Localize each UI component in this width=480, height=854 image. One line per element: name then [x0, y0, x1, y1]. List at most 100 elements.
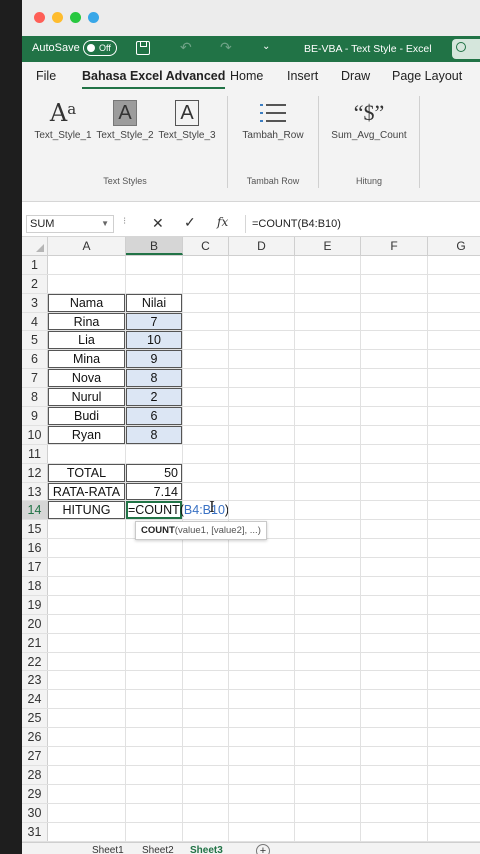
cell-b2[interactable]: [126, 274, 183, 293]
cell-f11[interactable]: [361, 444, 428, 463]
cell-g10[interactable]: [428, 426, 480, 444]
cell-g8[interactable]: [428, 388, 480, 406]
cell-d29[interactable]: [229, 784, 295, 803]
cell-b21[interactable]: [126, 633, 183, 652]
cell-g25[interactable]: [428, 709, 480, 727]
cell-a27[interactable]: [48, 747, 126, 765]
cell-d12[interactable]: [229, 463, 295, 482]
cell-b22[interactable]: [126, 652, 183, 671]
cell-d28[interactable]: [229, 765, 295, 784]
row-header[interactable]: 26: [22, 728, 48, 747]
cell-d5[interactable]: [229, 331, 295, 350]
row-header[interactable]: 14: [22, 501, 48, 520]
cell-d26[interactable]: [229, 728, 295, 747]
column-header-b[interactable]: B: [126, 237, 183, 255]
cell-c26[interactable]: [183, 728, 229, 747]
cell-d16[interactable]: [229, 539, 295, 558]
cell-a29[interactable]: [48, 784, 126, 803]
sheet-tab-3[interactable]: Sheet3: [190, 845, 223, 854]
cell-b11[interactable]: [126, 444, 183, 463]
cell-f23[interactable]: [361, 671, 428, 690]
cell-b29[interactable]: [126, 784, 183, 803]
cell-e16[interactable]: [295, 539, 361, 558]
cell-b27[interactable]: [126, 747, 183, 765]
cell-g19[interactable]: [428, 596, 480, 614]
cell-a3[interactable]: Nama: [48, 293, 126, 312]
cell-c2[interactable]: [183, 274, 229, 293]
cell-e23[interactable]: [295, 671, 361, 690]
cell-g14[interactable]: [428, 501, 480, 519]
cell-a19[interactable]: [48, 595, 126, 614]
cell-b17[interactable]: [126, 558, 183, 577]
minimize-window-button[interactable]: [52, 12, 63, 23]
cell-d8[interactable]: [229, 388, 295, 407]
row-header[interactable]: 31: [22, 822, 48, 841]
cell-f31[interactable]: [361, 822, 428, 841]
cell-e10[interactable]: [295, 425, 361, 444]
cell-g18[interactable]: [428, 577, 480, 595]
cell-g1[interactable]: [428, 256, 480, 274]
undo-icon[interactable]: ↶: [180, 39, 192, 56]
cell-g11[interactable]: [428, 445, 480, 463]
cell-e21[interactable]: [295, 633, 361, 652]
cell-a13[interactable]: RATA-RATA: [48, 482, 126, 501]
cell-e15[interactable]: [295, 520, 361, 539]
cell-c13[interactable]: [183, 482, 229, 501]
cell-e4[interactable]: [295, 312, 361, 331]
cell-c30[interactable]: [183, 803, 229, 822]
cell-e7[interactable]: [295, 369, 361, 388]
row-header[interactable]: 9: [22, 407, 48, 425]
cell-f17[interactable]: [361, 558, 428, 577]
row-header[interactable]: 2: [22, 274, 48, 293]
cell-a7[interactable]: Nova: [48, 369, 126, 388]
cell-a12[interactable]: TOTAL: [48, 463, 126, 482]
cell-e3[interactable]: [295, 293, 361, 312]
row-header[interactable]: 22: [22, 652, 48, 671]
cell-c11[interactable]: [183, 444, 229, 463]
cell-e25[interactable]: [295, 709, 361, 728]
add-sheet-icon[interactable]: +: [256, 844, 270, 854]
cell-b6[interactable]: 9: [126, 350, 183, 369]
cell-a6[interactable]: Mina: [48, 350, 126, 369]
cell-e18[interactable]: [295, 577, 361, 595]
cell-d30[interactable]: [229, 803, 295, 822]
row-header[interactable]: 15: [22, 520, 48, 539]
cell-c14[interactable]: [183, 501, 229, 520]
cell-b3[interactable]: Nilai: [126, 293, 183, 312]
cell-a17[interactable]: [48, 558, 126, 577]
cell-f18[interactable]: [361, 577, 428, 595]
row-header[interactable]: 8: [22, 388, 48, 407]
cell-e26[interactable]: [295, 728, 361, 747]
cell-d10[interactable]: [229, 425, 295, 444]
cell-g23[interactable]: [428, 671, 480, 689]
cell-e31[interactable]: [295, 822, 361, 841]
close-window-button[interactable]: [34, 12, 45, 23]
cell-g3[interactable]: [428, 294, 480, 312]
column-header-d[interactable]: D: [229, 237, 295, 255]
row-header[interactable]: 16: [22, 539, 48, 558]
cell-c21[interactable]: [183, 633, 229, 652]
cell-e14[interactable]: [295, 501, 361, 520]
cell-b31[interactable]: [126, 822, 183, 841]
cell-f3[interactable]: [361, 293, 428, 312]
select-all-button[interactable]: [22, 237, 48, 255]
cell-c10[interactable]: [183, 425, 229, 444]
cell-a30[interactable]: [48, 803, 126, 822]
cell-a23[interactable]: [48, 671, 126, 690]
cell-a11[interactable]: [48, 444, 126, 463]
cell-d31[interactable]: [229, 822, 295, 841]
cell-e24[interactable]: [295, 690, 361, 709]
cell-a25[interactable]: [48, 709, 126, 728]
cell-f26[interactable]: [361, 728, 428, 747]
row-header[interactable]: 17: [22, 558, 48, 577]
cell-b26[interactable]: [126, 728, 183, 747]
text-style-2-button[interactable]: A Text_Style_2: [96, 98, 154, 141]
cell-b1[interactable]: [126, 255, 183, 274]
row-header[interactable]: 11: [22, 444, 48, 463]
cell-f20[interactable]: [361, 614, 428, 633]
cell-e22[interactable]: [295, 652, 361, 671]
sheet-tab-2[interactable]: Sheet2: [142, 845, 174, 854]
cell-c29[interactable]: [183, 784, 229, 803]
cell-g16[interactable]: [428, 539, 480, 557]
cell-c9[interactable]: [183, 407, 229, 425]
